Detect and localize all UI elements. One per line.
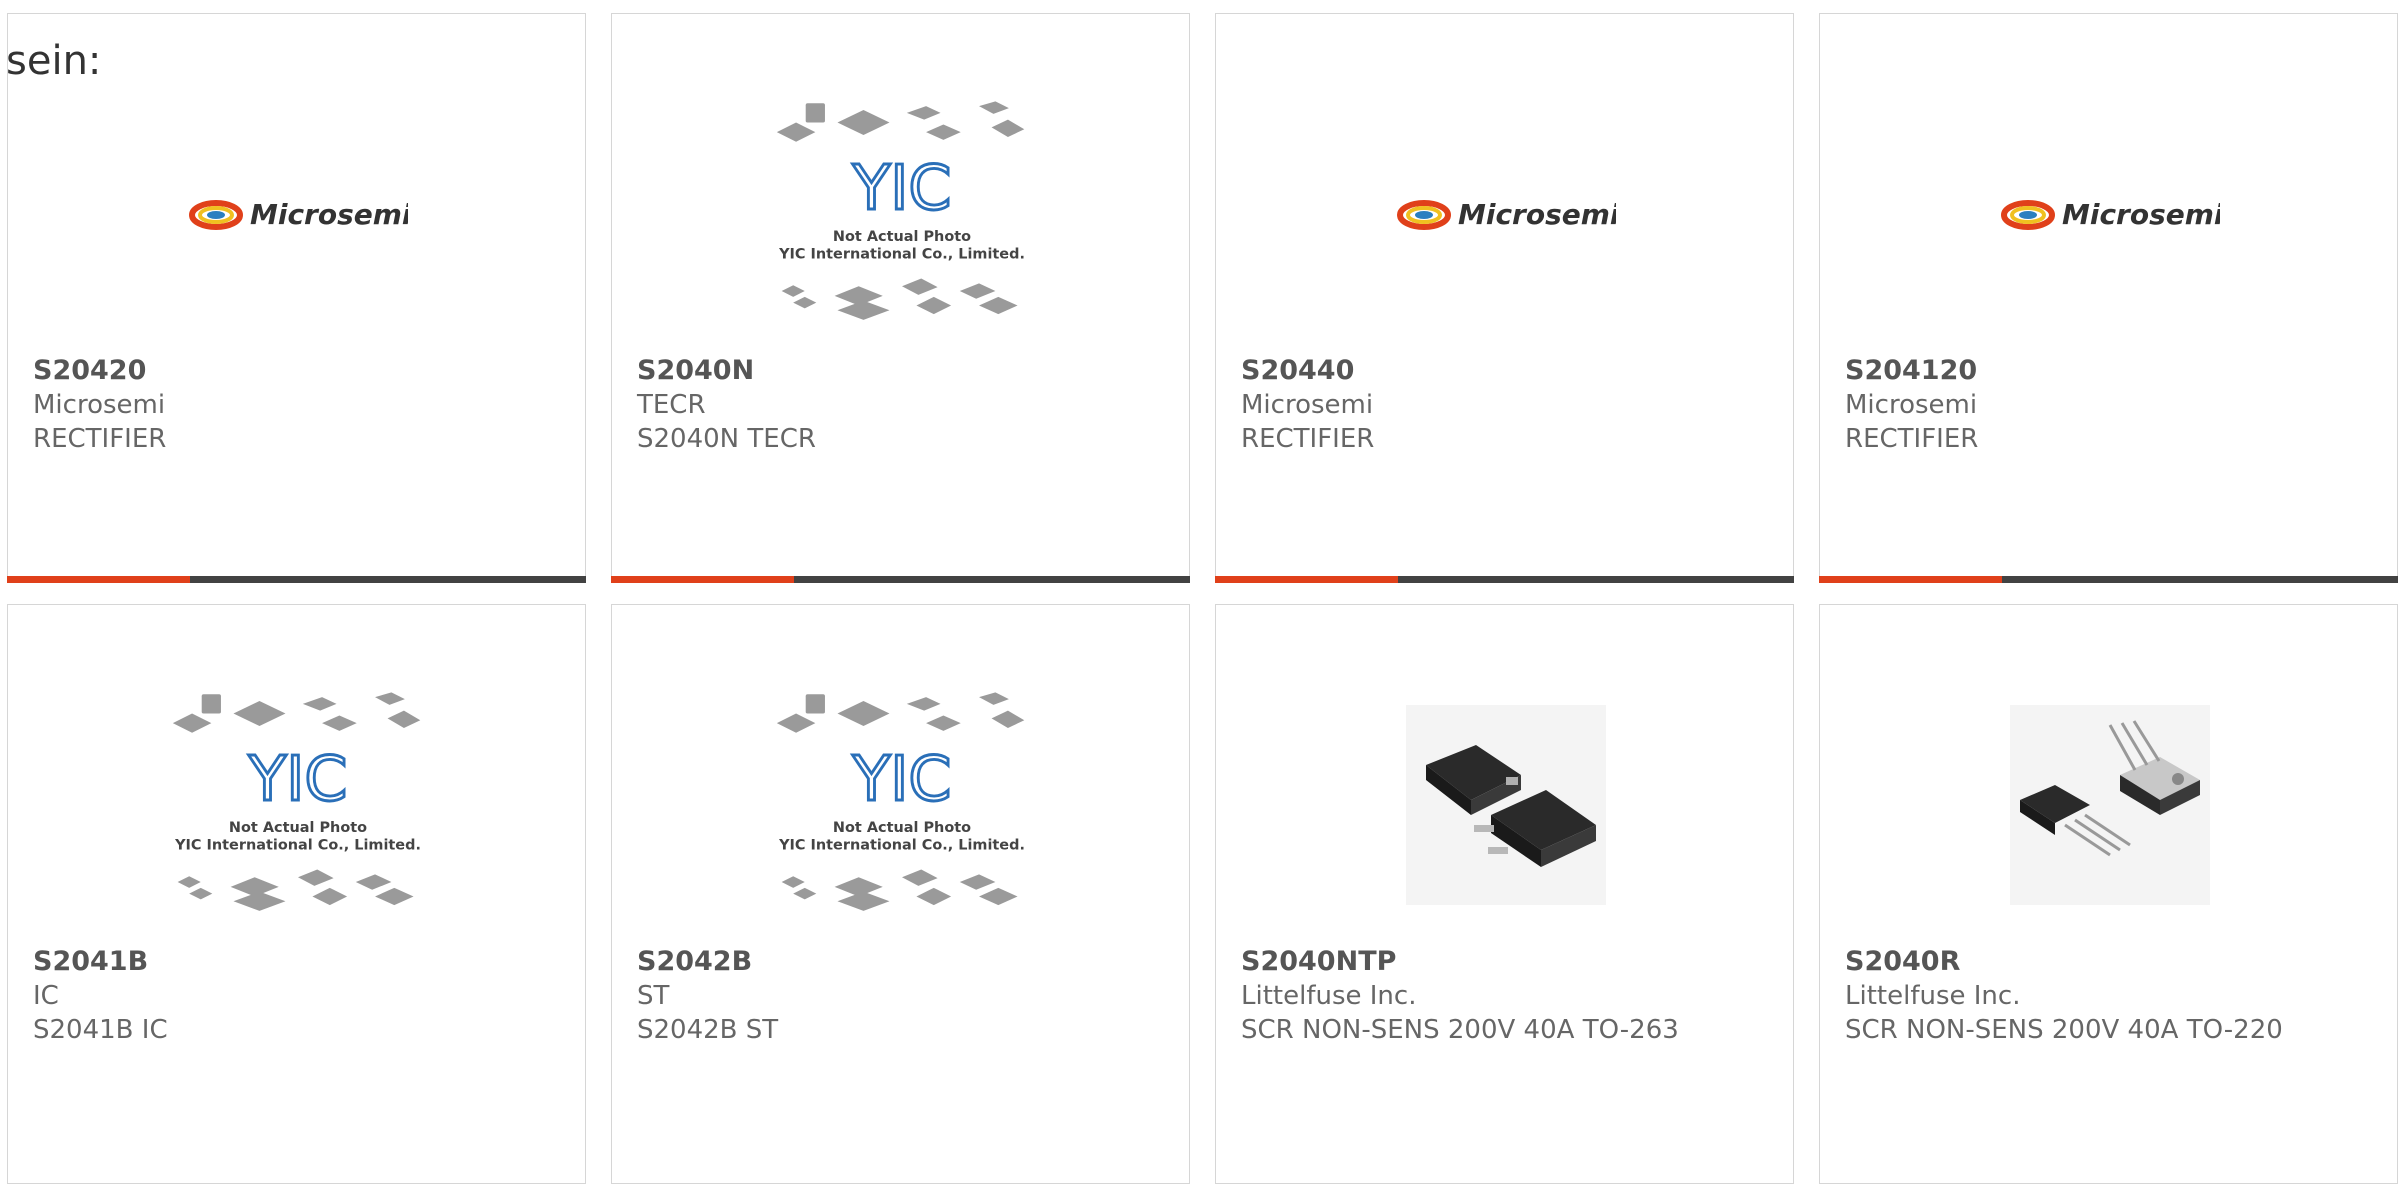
- manufacturer: IC: [33, 981, 59, 1011]
- microsemi-logo-text: Microsemi: [1458, 198, 1616, 231]
- part-number[interactable]: S2040NTP: [1241, 945, 1783, 979]
- part-number[interactable]: S2042B: [637, 945, 1179, 979]
- microsemi-logo-image: Microsemi: [1980, 94, 2240, 334]
- description: SCR NON-SENS 200V 40A TO-263: [1241, 1015, 1679, 1045]
- part-number[interactable]: S2041B: [33, 945, 575, 979]
- part-number[interactable]: S204120: [1845, 354, 2387, 388]
- to263-package-photo: [1376, 685, 1636, 925]
- microsemi-logo-image: Microsemi: [1376, 94, 1636, 334]
- card-accent-bar: [1215, 576, 1794, 583]
- page-label: sein:: [6, 38, 102, 84]
- product-card[interactable]: YIC Not Actual Photo YIC International C…: [7, 604, 586, 1184]
- svg-text:YIC: YIC: [852, 743, 952, 815]
- description: RECTIFIER: [1241, 424, 1375, 454]
- svg-text:Not Actual Photo: Not Actual Photo: [833, 820, 971, 836]
- description: S2042B ST: [637, 1015, 779, 1045]
- part-number[interactable]: S20420: [33, 354, 575, 388]
- manufacturer: Littelfuse Inc.: [1845, 981, 2021, 1011]
- microsemi-logo-text: Microsemi: [2062, 198, 2220, 231]
- description: RECTIFIER: [1845, 424, 1979, 454]
- product-card[interactable]: Microsemi S204120 Microsemi RECTIFIER: [1819, 13, 2398, 583]
- svg-text:YIC International Co., Limited: YIC International Co., Limited.: [778, 837, 1025, 853]
- card-accent-bar: [7, 576, 586, 583]
- product-card[interactable]: Microsemi S20440 Microsemi RECTIFIER: [1215, 13, 1794, 583]
- svg-text:Not Actual Photo: Not Actual Photo: [833, 229, 971, 245]
- product-card[interactable]: S2040R Littelfuse Inc. SCR NON-SENS 200V…: [1819, 604, 2398, 1184]
- description: S2040N TECR: [637, 424, 816, 454]
- manufacturer: Littelfuse Inc.: [1241, 981, 1417, 1011]
- description: S2041B IC: [33, 1015, 168, 1045]
- product-card[interactable]: YIC Not Actual Photo YIC International C…: [611, 13, 1190, 583]
- product-grid: Microsemi S20420 Microsemi RECTIFIER YIC…: [0, 0, 2400, 1184]
- microsemi-logo-text: Microsemi: [250, 198, 408, 231]
- svg-text:YIC International Co., Limited: YIC International Co., Limited.: [778, 246, 1025, 262]
- description: SCR NON-SENS 200V 40A TO-220: [1845, 1015, 2283, 1045]
- manufacturer: Microsemi: [1845, 390, 1978, 420]
- yic-placeholder-image: YIC Not Actual Photo YIC International C…: [168, 685, 428, 925]
- manufacturer: Microsemi: [1241, 390, 1374, 420]
- part-number[interactable]: S2040N: [637, 354, 1179, 388]
- part-number[interactable]: S2040R: [1845, 945, 2387, 979]
- microsemi-logo-image: Microsemi: [168, 94, 428, 334]
- product-card[interactable]: Microsemi S20420 Microsemi RECTIFIER: [7, 13, 586, 583]
- yic-placeholder-image: YIC Not Actual Photo YIC International C…: [772, 685, 1032, 925]
- to220-package-photo: [1980, 685, 2240, 925]
- svg-text:Not Actual Photo: Not Actual Photo: [229, 820, 367, 836]
- svg-text:YIC: YIC: [852, 152, 952, 224]
- manufacturer: TECR: [637, 390, 706, 420]
- manufacturer: ST: [637, 981, 670, 1011]
- svg-text:YIC International Co., Limited: YIC International Co., Limited.: [174, 837, 421, 853]
- manufacturer: Microsemi: [33, 390, 166, 420]
- description: RECTIFIER: [33, 424, 167, 454]
- svg-text:YIC: YIC: [248, 743, 348, 815]
- card-accent-bar: [1819, 576, 2398, 583]
- part-number[interactable]: S20440: [1241, 354, 1783, 388]
- yic-placeholder-image: YIC Not Actual Photo YIC International C…: [772, 94, 1032, 334]
- product-card[interactable]: S2040NTP Littelfuse Inc. SCR NON-SENS 20…: [1215, 604, 1794, 1184]
- product-card[interactable]: YIC Not Actual Photo YIC International C…: [611, 604, 1190, 1184]
- card-accent-bar: [611, 576, 1190, 583]
